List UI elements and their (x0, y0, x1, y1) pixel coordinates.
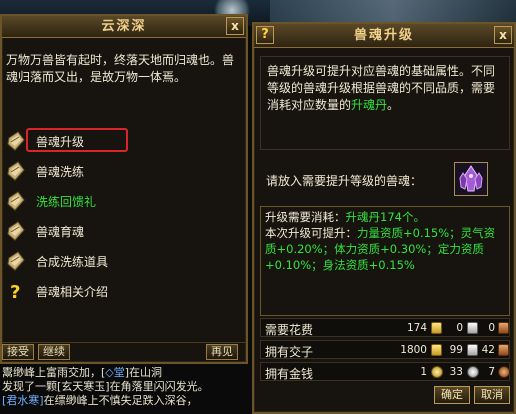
npc-dialog-titlebar: 云深深 (2, 16, 246, 38)
chat-player-link[interactable]: ◇堂 (105, 366, 124, 379)
copper-amount: 7 (488, 366, 495, 378)
copper-ingot-icon (498, 344, 509, 356)
menu-item-label: 洗练回馈礼 (36, 195, 97, 209)
menu-item[interactable]: 兽魂升级 (6, 128, 236, 154)
gold-ingot-icon (431, 344, 442, 356)
close-icon[interactable]: x (226, 17, 244, 35)
silver-coin-icon (467, 366, 479, 378)
menu-item-label: 合成洗练道具 (36, 255, 109, 269)
chat-line: 发现了一颗[玄天寒玉]在角落里闪闪发光。 (2, 380, 209, 393)
menu-item-label: 兽魂育魂 (36, 225, 85, 239)
copper-amount: 0 (488, 322, 495, 334)
question-icon: ? (6, 280, 26, 303)
soul-item-slot[interactable] (454, 162, 488, 196)
confirm-button[interactable]: 确定 (434, 386, 470, 404)
gold-amount: 1800 (400, 344, 427, 356)
owned-jiaozi-row: 拥有交子 1800 99 42 (260, 340, 510, 359)
menu-item[interactable]: 兽魂育魂 (6, 218, 236, 244)
cancel-button[interactable]: 取消 (474, 386, 510, 404)
upgrade-info-box: 升级需要消耗：升魂丹174个。 本次升级可提升：力量资质+0.15%；灵气资质+… (260, 206, 510, 316)
scroll-icon (6, 220, 26, 242)
silver-ingot-icon (467, 344, 478, 356)
silver-ingot-icon (467, 322, 478, 334)
npc-menu: 兽魂升级 兽魂洗练 洗练回馈礼 兽魂育魂 合成洗练道具? 兽魂相关介绍 (6, 128, 236, 308)
silver-amount: 33 (449, 366, 463, 378)
menu-item[interactable]: 洗练回馈礼 (6, 188, 236, 214)
upgrade-titlebar: ? 兽魂升级 x (254, 24, 514, 48)
close-icon[interactable]: x (494, 26, 512, 44)
gold-amount: 174 (406, 322, 427, 334)
pill-highlight: 升魂丹 (351, 98, 388, 112)
help-icon[interactable]: ? (256, 26, 274, 44)
slot-prompt: 请放入需要提升等级的兽魂： (266, 174, 423, 188)
soul-upgrade-panel: ? 兽魂升级 x 兽魂升级可提升对应兽魂的基础属性。不同等级的兽魂升级根据兽魂的… (252, 22, 516, 414)
silver-amount: 0 (456, 322, 463, 334)
copper-coin-icon (498, 366, 510, 378)
gold-ingot-icon (431, 322, 442, 334)
chat-line: [君水寒]在缥缈峰上不慎失足跌入深谷， (2, 394, 198, 407)
menu-item-label: 兽魂洗练 (36, 165, 85, 179)
goodbye-button[interactable]: 再见 (206, 344, 238, 360)
upgrade-description: 兽魂升级可提升对应兽魂的基础属性。不同等级的兽魂升级根据兽魂的不同品质，需要消耗… (260, 56, 510, 150)
owned-money-row: 拥有金钱 1 33 7 (260, 362, 510, 381)
scroll-icon (6, 250, 26, 272)
menu-item[interactable]: 兽魂洗练 (6, 158, 236, 184)
chat-player-link[interactable]: [君水寒] (2, 394, 44, 407)
accept-button[interactable]: 接受 (2, 344, 34, 360)
chat-line: 鬻缈峰上富雨交加，[◇堂]在山洞 (2, 366, 163, 379)
gold-amount: 1 (420, 366, 427, 378)
purple-crystal-icon (455, 163, 487, 195)
menu-item-label: 兽魂升级 (36, 135, 85, 149)
dialog-bottom-bar: 接受 继续 再见 (2, 342, 246, 362)
npc-dialog-panel: 云深深 x 万物万兽皆有起时，终落天地而归魂也。兽魂归落而又出，是故万物一体焉。… (0, 14, 248, 364)
copper-amount: 42 (481, 344, 495, 356)
continue-button[interactable]: 继续 (38, 344, 70, 360)
npc-name: 云深深 (101, 19, 147, 34)
cost-line: 升级需要消耗：升魂丹174个。 (265, 210, 425, 224)
svg-text:?: ? (10, 282, 20, 302)
silver-amount: 99 (449, 344, 463, 356)
menu-item[interactable]: ? 兽魂相关介绍 (6, 278, 236, 304)
gold-coin-icon (431, 366, 443, 378)
copper-ingot-icon (498, 322, 509, 334)
scroll-icon (6, 130, 26, 152)
upgrade-title: 兽魂升级 (353, 28, 414, 43)
menu-item[interactable]: 合成洗练道具 (6, 248, 236, 274)
menu-item-label: 兽魂相关介绍 (36, 285, 109, 299)
boost-line: 本次升级可提升：力量资质+0.15%；灵气资质+0.20%；体力资质+0.30%… (265, 226, 496, 272)
chat-log: 鬻缈峰上富雨交加，[◇堂]在山洞 发现了一颗[玄天寒玉]在角落里闪闪发光。 [君… (0, 366, 252, 414)
scroll-icon (6, 160, 26, 182)
scroll-icon (6, 190, 26, 212)
required-cost-row: 需要花费 174 0 0 (260, 318, 510, 337)
npc-intro-text: 万物万兽皆有起时，终落天地而归魂也。兽魂归落而又出，是故万物一体焉。 (6, 53, 235, 84)
